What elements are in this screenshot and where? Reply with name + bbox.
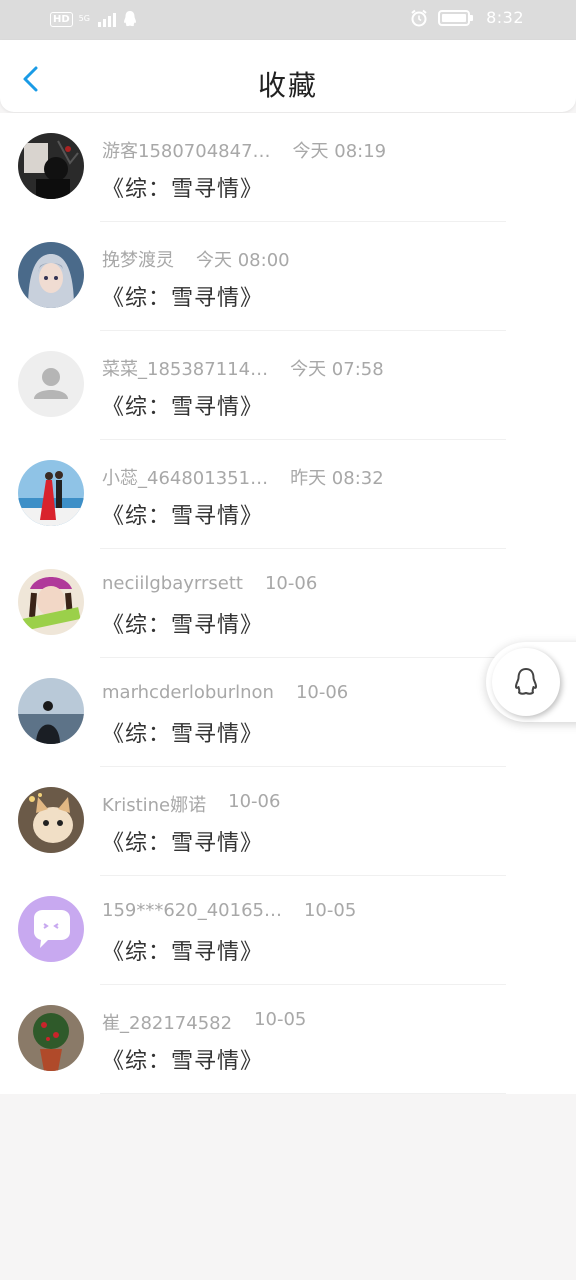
timestamp: 今天 07:58 [290,359,384,380]
status-left: HD 5G [50,10,138,28]
signal-icon [97,11,116,27]
favorite-item[interactable]: Kristine娜诺 10-06 《综：雪寻情》 [0,767,576,876]
timestamp: 10-06 [295,682,349,703]
avatar[interactable] [18,569,84,635]
favorite-title[interactable]: 《综：雪寻情》 [102,934,263,966]
item-meta: Kristine娜诺 10-06 [102,791,280,817]
divider [100,1093,506,1094]
favorite-title[interactable]: 《综：雪寻情》 [102,498,263,530]
favorite-title[interactable]: 《综：雪寻情》 [102,825,263,857]
qq-button-circle[interactable] [492,648,560,716]
item-meta: 小蕊_464801351… 昨天 08:32 [102,464,384,490]
timestamp: 10-05 [303,900,357,921]
timestamp: 10-06 [228,791,281,812]
favorite-item[interactable]: 菜菜_185387114… 今天 07:58 《综：雪寻情》 [0,331,576,440]
alarm-icon [411,9,427,26]
item-meta: marhcderloburlnon 10-06 [102,682,348,703]
favorite-title[interactable]: 《综：雪寻情》 [102,607,263,639]
avatar[interactable] [18,133,84,199]
user-name[interactable]: 挽梦渡灵 [102,246,174,272]
favorite-title[interactable]: 《综：雪寻情》 [102,280,263,312]
timestamp: 10-05 [254,1009,307,1030]
avatar[interactable] [18,351,84,417]
avatar[interactable] [18,678,84,744]
favorite-title[interactable]: 《综：雪寻情》 [102,1043,263,1075]
item-meta: 挽梦渡灵 今天 08:00 [102,246,290,272]
favorite-title[interactable]: 《综：雪寻情》 [102,389,263,421]
status-bar: HD 5G 8:32 [0,0,576,40]
favorite-item[interactable]: 崔_282174582 10-05 《综：雪寻情》 [0,985,576,1094]
floating-qq-button[interactable] [486,642,576,722]
item-meta: 菜菜_185387114… 今天 07:58 [102,355,384,381]
user-name[interactable]: 游客1580704847… [102,137,271,163]
header-bar: 收藏 [0,40,576,112]
timestamp: 今天 08:00 [196,250,290,271]
user-name[interactable]: 小蕊_464801351… [102,464,268,490]
avatar[interactable] [18,896,84,962]
item-meta: 游客1580704847… 今天 08:19 [102,137,386,163]
hd-icon: HD [50,11,73,27]
user-name[interactable]: marhcderloburlnon [102,682,274,703]
avatar[interactable] [18,242,84,308]
timestamp: 昨天 08:32 [290,468,384,489]
network-type: 5G [78,14,90,23]
page-title: 收藏 [257,69,318,102]
item-meta: neciilgbayrrsett 10-06 [102,573,317,594]
favorite-title[interactable]: 《综：雪寻情》 [102,716,263,748]
favorite-item[interactable]: 游客1580704847… 今天 08:19 《综：雪寻情》 [0,113,576,222]
timestamp: 10-06 [264,573,318,594]
favorites-list: 游客1580704847… 今天 08:19 《综：雪寻情》 挽梦渡灵 今天 08:00… [0,113,576,1094]
item-meta: 崔_282174582 10-05 [102,1009,306,1035]
avatar[interactable] [18,1005,84,1071]
favorite-item[interactable]: 159***620_40165… 10-05 《综：雪寻情》 [0,876,576,985]
avatar[interactable] [18,460,84,526]
qq-penguin-icon [515,668,537,695]
favorite-item[interactable]: neciilgbayrrsett 10-06 《综：雪寻情》 [0,549,576,658]
favorite-item[interactable]: 挽梦渡灵 今天 08:00 《综：雪寻情》 [0,222,576,331]
clock: 8:32 [486,8,524,27]
battery-icon [438,9,474,26]
user-name[interactable]: 159***620_40165… [102,900,282,921]
user-name[interactable]: Kristine娜诺 [102,791,206,817]
user-name[interactable]: 菜菜_185387114… [102,355,268,381]
qq-notification-icon [123,11,136,27]
status-right: 8:32 [410,8,524,27]
favorite-item[interactable]: 小蕊_464801351… 昨天 08:32 《综：雪寻情》 [0,440,576,549]
favorite-title[interactable]: 《综：雪寻情》 [102,171,263,203]
timestamp: 今天 08:19 [292,141,387,162]
item-meta: 159***620_40165… 10-05 [102,900,356,921]
user-name[interactable]: neciilgbayrrsett [102,573,243,594]
avatar[interactable] [18,787,84,853]
user-name[interactable]: 崔_282174582 [102,1009,232,1035]
